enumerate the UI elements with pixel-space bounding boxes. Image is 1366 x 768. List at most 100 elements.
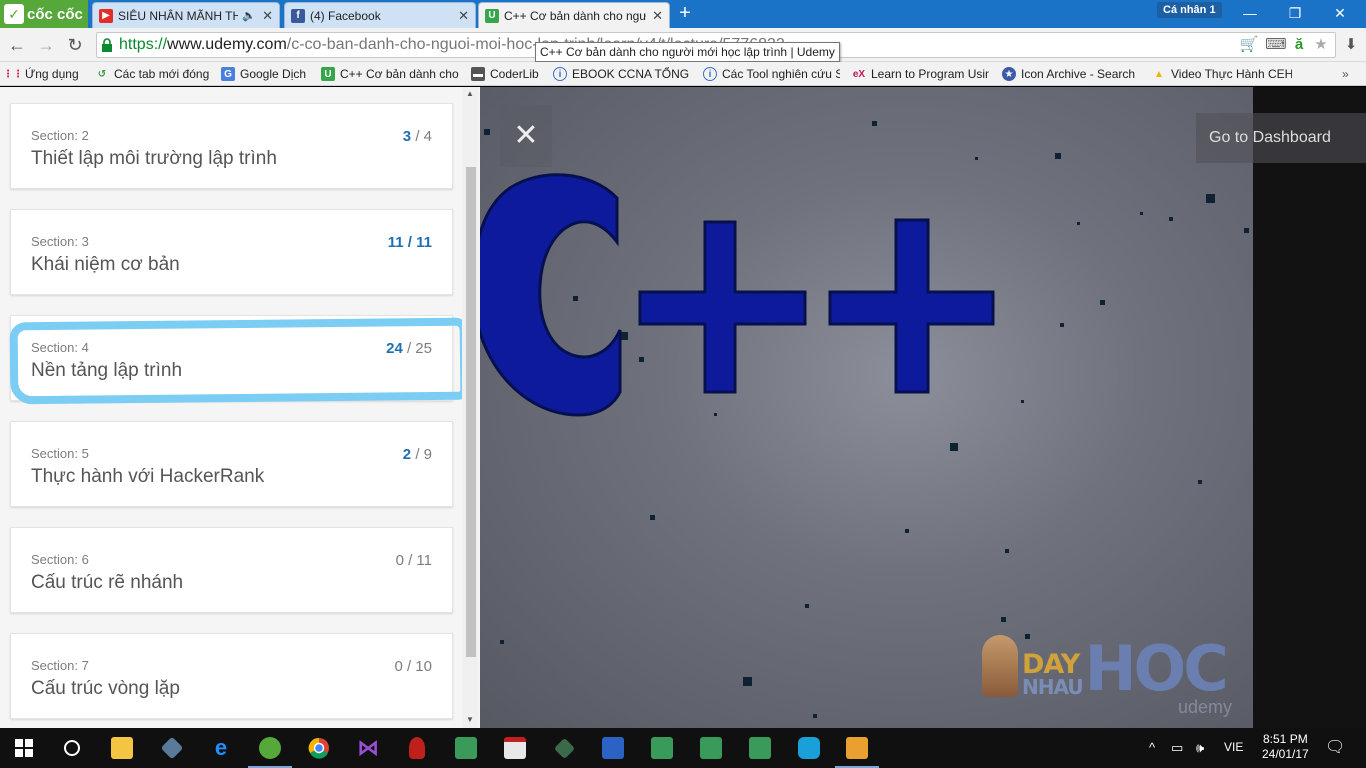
drive-icon: ▲ <box>1154 68 1164 80</box>
section-progress: 0 / 10 <box>394 658 432 675</box>
restore-button[interactable]: ❐ <box>1275 2 1315 24</box>
package-app-icon[interactable] <box>648 734 676 762</box>
package-app-icon[interactable] <box>697 734 725 762</box>
section-progress: 3 / 4 <box>403 128 432 145</box>
search-cortana-icon[interactable] <box>58 734 86 762</box>
bookmark-tools[interactable]: i Các Tool nghiên cứu S <box>703 65 840 83</box>
bookmark-google-translate[interactable]: G Google Dịch <box>221 65 306 83</box>
completed-count: 0 <box>395 552 404 569</box>
tab-facebook[interactable]: f (4) Facebook ✕ <box>284 2 476 28</box>
show-hidden-icons[interactable]: ^ <box>1149 740 1155 755</box>
section-number: Section: 2 <box>31 128 89 143</box>
tab-youtube[interactable]: ▶ SIÊU NHÂN MÃNH THÚ 🔈 ✕ <box>92 2 280 28</box>
more-bookmarks-icon[interactable]: » <box>1342 65 1349 83</box>
section-7[interactable]: Section: 7 Cấu trúc vòng lặp 0 / 10 <box>10 633 453 719</box>
network-icon[interactable]: ▭ <box>1171 740 1183 756</box>
new-tab-button[interactable]: + <box>676 3 694 23</box>
browser-tab-strip: ✓ cốc cốc ▶ SIÊU NHÂN MÃNH THÚ 🔈 ✕ f (4)… <box>0 0 1366 28</box>
section-5[interactable]: Section: 5 Thực hành với HackerRank 2 / … <box>10 421 453 507</box>
visual-studio-icon[interactable]: ⋈ <box>354 734 382 762</box>
info-icon: i <box>703 67 717 81</box>
cpp-logo <box>480 173 995 417</box>
bookmark-label: Icon Archive - Search <box>1021 67 1136 81</box>
back-button[interactable]: ← <box>6 34 28 56</box>
folder-icon: ▬ <box>471 67 485 81</box>
bookmark-label: Video Thực Hành CEH <box>1171 67 1292 81</box>
edge-browser-icon[interactable]: e <box>207 734 235 762</box>
cart-extension-icon[interactable]: 🛒 <box>1238 34 1260 56</box>
vietnamese-input-icon[interactable]: ă <box>1288 34 1310 56</box>
translate-extension-icon[interactable]: ⌨ <box>1265 34 1287 56</box>
bookmark-video-ceh[interactable]: ▲ Video Thực Hành CEH <box>1152 65 1292 83</box>
forward-button[interactable]: → <box>35 34 57 56</box>
bookmark-edx[interactable]: eX Learn to Program Usin <box>852 65 989 83</box>
section-number: Section: 6 <box>31 552 89 567</box>
section-title: Thực hành với HackerRank <box>31 466 265 487</box>
coccoc-browser-icon[interactable] <box>248 734 292 768</box>
audio-icon[interactable]: 🔈 <box>242 9 256 22</box>
sidebar-scrollbar-thumb[interactable] <box>466 167 476 657</box>
bookmark-icon-archive[interactable]: ★ Icon Archive - Search <box>1002 65 1140 83</box>
app-red-icon[interactable] <box>403 734 431 762</box>
watermark-nhau: NHAU <box>1022 675 1084 699</box>
scroll-up-icon[interactable]: ▲ <box>466 89 474 98</box>
tool-app-icon[interactable] <box>550 734 578 762</box>
apps-icon: ⋮⋮ <box>6 68 23 80</box>
bookmark-star-icon[interactable]: ★ <box>1310 34 1332 56</box>
bookmark-coderlib[interactable]: ▬ CoderLib <box>471 65 539 83</box>
calendar-app-icon[interactable] <box>501 734 529 762</box>
section-6[interactable]: Section: 6 Cấu trúc rẽ nhánh 0 / 11 <box>10 527 453 613</box>
bookmarks-bar: ⋮⋮ Ứng dụng ↺ Các tab mới đóng G Google … <box>0 62 1366 86</box>
coccoc-logo[interactable]: ✓ cốc cốc <box>0 0 88 28</box>
file-explorer-icon[interactable] <box>108 734 136 762</box>
bookmark-recent-tabs[interactable]: ↺ Các tab mới đóng <box>95 65 209 83</box>
completed-count: 11 <box>387 234 404 251</box>
section-number: Section: 4 <box>31 340 89 355</box>
download-icon[interactable]: ⬇ <box>1340 34 1362 56</box>
notifications-icon[interactable]: 🗨 <box>1325 737 1345 757</box>
windows-start-icon[interactable] <box>10 734 38 762</box>
chrome-icon[interactable] <box>305 734 333 762</box>
tab-title: SIÊU NHÂN MÃNH THÚ <box>118 8 239 23</box>
package-app-icon[interactable] <box>452 734 480 762</box>
page-title-tooltip: C++ Cơ bản dành cho người mới học lập tr… <box>535 42 840 62</box>
scroll-down-icon[interactable]: ▼ <box>466 715 474 724</box>
section-title: Cấu trúc rẽ nhánh <box>31 572 184 593</box>
close-tab-icon[interactable]: ✕ <box>652 8 663 24</box>
minimize-button[interactable]: — <box>1230 2 1270 24</box>
powershell-icon[interactable] <box>599 734 627 762</box>
total-count: / 10 <box>406 658 432 675</box>
profile-button[interactable]: Cá nhân 1 <box>1157 2 1222 18</box>
history-icon: ↺ <box>97 68 107 80</box>
go-to-dashboard-button[interactable]: Go to Dashboard <box>1196 113 1366 163</box>
volume-icon[interactable]: 🕪 <box>1196 740 1204 756</box>
watermark-words: DAY NHAU <box>1022 652 1084 699</box>
system-clock[interactable]: 8:51 PM 24/01/17 <box>1262 732 1309 762</box>
section-4[interactable]: Section: 4 Nền tảng lập trình 24 / 25 <box>10 315 453 401</box>
camtasia-icon[interactable] <box>795 734 823 762</box>
mascot-icon <box>982 635 1018 697</box>
section-2[interactable]: Section: 2 Thiết lập môi trường lập trìn… <box>10 103 453 189</box>
reload-button[interactable]: ↻ <box>64 34 86 56</box>
app-icon[interactable] <box>158 734 186 762</box>
tab-udemy[interactable]: U C++ Cơ bản dành cho người ✕ <box>478 2 670 28</box>
section-title: Cấu trúc vòng lặp <box>31 678 180 699</box>
section-progress: 24 / 25 <box>386 340 432 357</box>
media-player-icon[interactable] <box>835 734 879 768</box>
windows-taskbar: e ⋈ ^ ▭ 🕪 VIE 8:51 PM 24/01/17 🗨 <box>0 728 1366 768</box>
bookmark-label: Learn to Program Usin <box>871 67 989 81</box>
watermark-hoc: HOC <box>1084 632 1229 706</box>
udemy-icon: U <box>485 8 499 23</box>
package-app-icon[interactable] <box>746 734 774 762</box>
bookmark-udemy-course[interactable]: U C++ Cơ bản dành cho <box>321 65 459 83</box>
language-indicator[interactable]: VIE <box>1224 740 1243 754</box>
bookmark-ebook-ccna[interactable]: i EBOOK CCNA TỔNG H <box>553 65 690 83</box>
section-3[interactable]: Section: 3 Khái niệm cơ bản 11 / 11 <box>10 209 453 295</box>
close-window-button[interactable]: ✕ <box>1320 2 1360 24</box>
bookmark-label: Google Dịch <box>240 67 307 81</box>
bookmark-label: Các tab mới đóng <box>114 67 210 81</box>
close-video-button[interactable]: ✕ <box>500 105 552 167</box>
close-tab-icon[interactable]: ✕ <box>262 8 273 24</box>
bookmark-apps[interactable]: ⋮⋮ Ứng dụng <box>6 65 79 83</box>
close-tab-icon[interactable]: ✕ <box>458 8 469 24</box>
